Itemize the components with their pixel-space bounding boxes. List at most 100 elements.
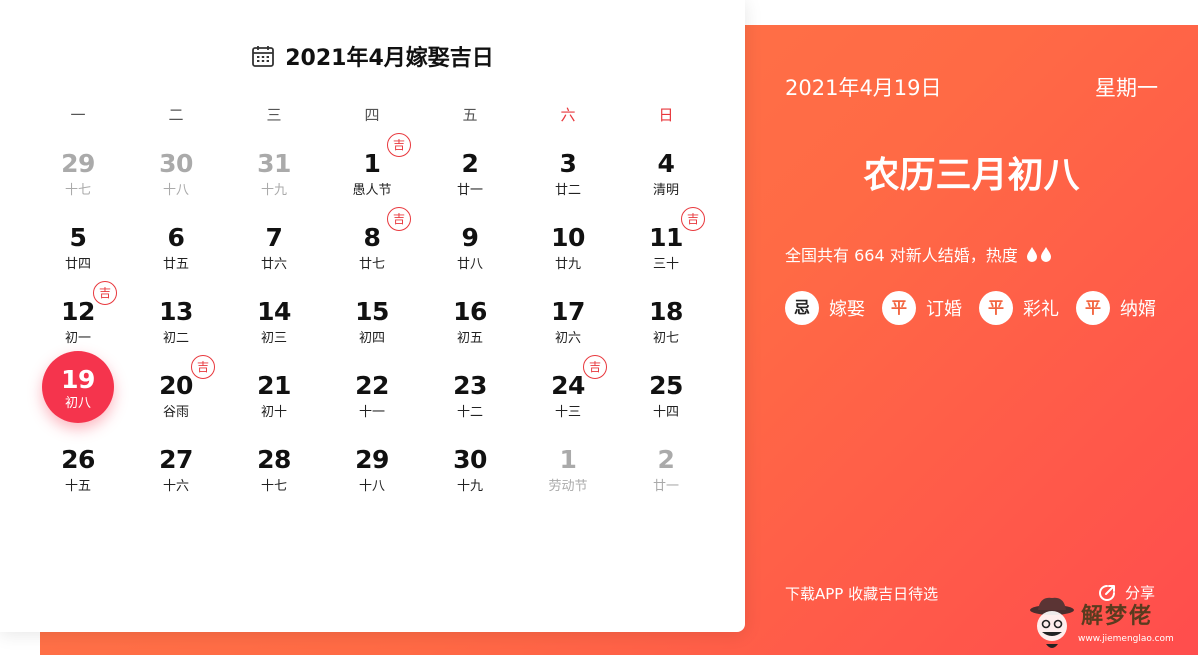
day-cell[interactable]: 30 十八: [136, 149, 216, 219]
day-number: 4: [657, 149, 675, 178]
tag-mark: 平: [1076, 291, 1110, 325]
heat-indicator: [1026, 246, 1052, 262]
tag-mark: 忌: [785, 291, 819, 325]
day-cell[interactable]: 16 初五: [430, 297, 510, 367]
weekday-label: 日: [658, 106, 674, 124]
day-cell[interactable]: 20 谷雨吉: [136, 355, 216, 441]
day-cell[interactable]: 31 十九: [234, 149, 314, 219]
flame-icon: [1040, 247, 1051, 262]
day-number: 26: [61, 445, 95, 474]
auspicious-badge: 吉: [191, 355, 215, 379]
day-number: 14: [257, 297, 291, 326]
day-number: 30: [159, 149, 193, 178]
day-cell[interactable]: 30 十九: [430, 445, 510, 515]
day-cell[interactable]: 14 初三: [234, 297, 314, 367]
lunar-day-label: 初二: [162, 331, 189, 346]
tag-mark: 平: [882, 291, 916, 325]
lunar-day-label: 廿七: [358, 257, 385, 272]
day-number: 23: [453, 371, 487, 400]
lunar-day-label: 十七: [64, 183, 91, 198]
day-cell[interactable]: 10 廿九: [528, 223, 608, 293]
day-cell[interactable]: 22 十一: [332, 371, 412, 441]
day-cell[interactable]: 1 劳动节: [528, 445, 608, 515]
day-cell[interactable]: 2 廿一: [626, 445, 706, 515]
yi-ji-tags: 忌嫁娶平订婚平彩礼平纳婿: [785, 291, 1156, 325]
lunar-day-label: 三十: [652, 257, 679, 272]
day-number: 16: [453, 297, 487, 326]
day-cell[interactable]: 6 廿五: [136, 223, 216, 293]
day-cell[interactable]: 28 十七: [234, 445, 314, 515]
lunar-day-label: 初八: [64, 396, 91, 411]
watermark-logo: 解梦佬 www.jiemenglao.com: [1026, 596, 1196, 654]
day-cell[interactable]: 27 十六: [136, 445, 216, 515]
day-cell[interactable]: 25 十四: [626, 371, 706, 441]
day-cell[interactable]: 24 十三吉: [528, 355, 608, 441]
mascot-icon: [1030, 597, 1074, 648]
day-number: 21: [257, 371, 291, 400]
calendar-card: 2021年4月嫁娶吉日 一二三四五六日 29 十七 30 十八 31 十九 1 愚人节吉 2 廿一…: [0, 0, 745, 632]
day-number: 5: [69, 223, 87, 252]
day-number: 25: [649, 371, 683, 400]
day-number: 28: [257, 445, 291, 474]
day-number: 2: [657, 445, 675, 474]
lunar-day-label: 廿二: [554, 183, 581, 198]
lunar-day-label: 廿一: [456, 183, 483, 198]
lunar-date: 农历三月初八: [863, 155, 1080, 196]
flame-icon: [1026, 247, 1037, 262]
day-number: 19: [61, 365, 95, 394]
day-cell[interactable]: 26 十五: [38, 445, 118, 515]
day-number: 17: [551, 297, 585, 326]
day-number: 3: [559, 149, 577, 178]
lunar-day-label: 十一: [358, 405, 385, 420]
lunar-day-label: 十三: [554, 405, 581, 420]
day-cell[interactable]: 9 廿八: [430, 223, 510, 293]
day-cell[interactable]: 8 廿七吉: [332, 207, 412, 293]
day-cell-selected[interactable]: 19 初八: [38, 351, 118, 441]
day-cell[interactable]: 11 三十吉: [626, 207, 706, 293]
day-number: 10: [551, 223, 585, 252]
day-number: 22: [355, 371, 389, 400]
day-number: 15: [355, 297, 389, 326]
watermark-brand: 解梦佬: [1081, 604, 1154, 629]
day-number: 7: [265, 223, 283, 252]
lunar-day-label: 十二: [456, 405, 483, 420]
day-cell[interactable]: 21 初十: [234, 371, 314, 441]
lunar-day-label: 十六: [162, 479, 189, 494]
lunar-day-label: 十九: [456, 479, 483, 494]
tag-label: 订婚: [926, 299, 962, 320]
auspicious-badge: 吉: [681, 207, 705, 231]
day-number: 13: [159, 297, 193, 326]
auspicious-badge: 吉: [387, 133, 411, 157]
lunar-day-label: 廿四: [64, 257, 91, 272]
day-cell[interactable]: 29 十七: [38, 149, 118, 219]
day-cell[interactable]: 7 廿六: [234, 223, 314, 293]
day-cell[interactable]: 3 廿二: [528, 149, 608, 219]
day-number: 2: [461, 149, 479, 178]
day-cell[interactable]: 2 廿一: [430, 149, 510, 219]
lunar-day-label: 十八: [162, 183, 189, 198]
day-cell[interactable]: 23 十二: [430, 371, 510, 441]
lunar-day-label: 廿八: [456, 257, 483, 272]
weekday-label: 六: [560, 106, 576, 124]
wedding-stat: 全国共有 664 对新人结婚，热度: [785, 242, 1052, 266]
calendar-icon: [252, 46, 275, 67]
day-number: 29: [355, 445, 389, 474]
weekday-label: 二: [168, 106, 184, 124]
day-cell[interactable]: 15 初四: [332, 297, 412, 367]
lunar-day-label: 十八: [358, 479, 385, 494]
day-number: 1: [559, 445, 577, 474]
day-cell[interactable]: 29 十八: [332, 445, 412, 515]
day-cell[interactable]: 18 初七: [626, 297, 706, 367]
tag-mark: 平: [979, 291, 1013, 325]
day-number: 29: [61, 149, 95, 178]
weekday-label: 三: [266, 106, 282, 124]
lunar-day-label: 劳动节: [548, 479, 588, 494]
lunar-day-label: 初三: [260, 331, 287, 346]
weekday-label: 一: [70, 106, 86, 124]
lunar-day-label: 廿五: [162, 257, 189, 272]
day-number: 27: [159, 445, 193, 474]
lunar-day-label: 廿一: [652, 479, 679, 494]
download-app-link[interactable]: 下载APP 收藏吉日待选: [785, 583, 938, 604]
tag-label: 纳婿: [1120, 299, 1156, 320]
day-number: 9: [461, 223, 479, 252]
